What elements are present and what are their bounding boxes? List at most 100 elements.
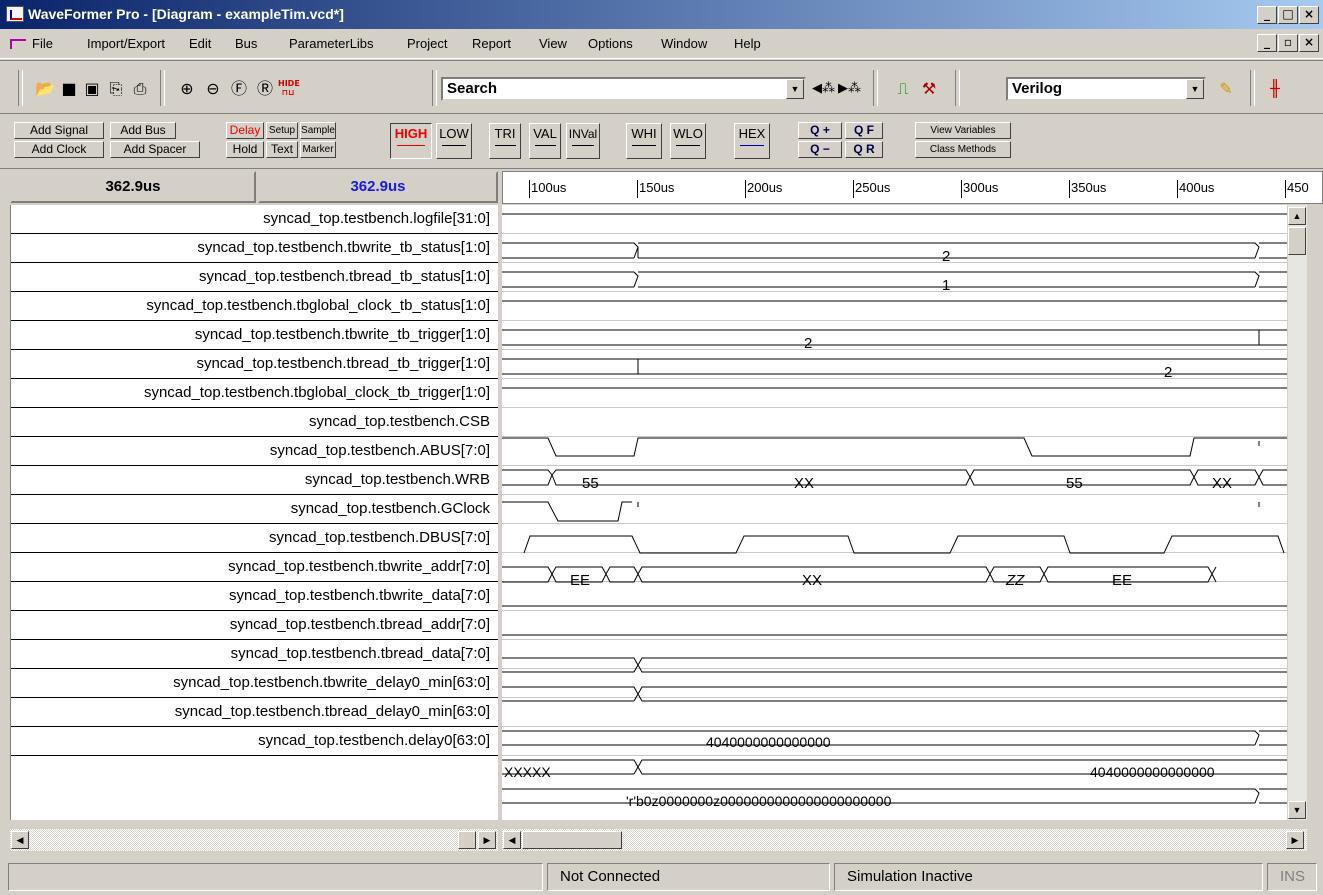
save-icon[interactable]: ■ (59, 79, 79, 99)
open-icon[interactable]: 📂 (35, 79, 55, 99)
sample-button[interactable]: Sample (300, 122, 336, 139)
vertical-scroll-thumb[interactable] (1288, 227, 1306, 255)
signal-label[interactable]: syncad_top.testbench.DBUS[7:0] (11, 524, 498, 553)
cursor-time-left[interactable]: 362.9us (10, 171, 256, 203)
search-back-icon[interactable]: ◀⁂ (812, 79, 835, 99)
language-dropdown-arrow[interactable]: ▼ (1186, 79, 1204, 99)
wave-horizontal-scrollbar[interactable]: ◀ ▶ (502, 829, 1307, 851)
wave-dbus (502, 566, 1217, 583)
menu-import-export[interactable]: Import/Export (87, 36, 165, 51)
val-button[interactable]: VAL (529, 123, 561, 159)
marker-button[interactable]: Marker (300, 141, 336, 158)
signal-label[interactable]: syncad_top.testbench.tbwrite_delay0_min[… (11, 669, 498, 698)
zoom-in-icon[interactable]: ⊕ (177, 79, 197, 99)
mdi-minimize-button[interactable]: _ (1257, 34, 1277, 52)
inval-button[interactable]: INVal (566, 123, 600, 159)
zoom-full-icon[interactable]: Ⓕ (229, 79, 249, 99)
add-signal-button[interactable]: Add Signal (14, 122, 104, 139)
document-icon[interactable] (10, 39, 26, 49)
signal-label[interactable]: syncad_top.testbench.WRB (11, 466, 498, 495)
hide-icon[interactable]: HIDE ⊓⊔ (278, 79, 300, 99)
hold-button[interactable]: Hold (226, 141, 264, 158)
signal-label[interactable]: syncad_top.testbench.logfile[31:0] (11, 205, 498, 234)
mdi-restore-button[interactable]: ▫ (1278, 34, 1298, 52)
add-clock-button[interactable]: Add Clock (14, 141, 104, 158)
app-icon[interactable] (6, 6, 24, 22)
maximize-button[interactable]: □ (1278, 6, 1298, 24)
high-button[interactable]: HIGH (390, 123, 432, 159)
signal-label[interactable]: syncad_top.testbench.tbwrite_addr[7:0] (11, 553, 498, 582)
signal-label[interactable]: syncad_top.testbench.tbwrite_tb_trigger[… (11, 321, 498, 350)
zoom-out-icon[interactable]: ⊖ (203, 79, 223, 99)
search-forward-icon[interactable]: ▶⁂ (838, 79, 861, 99)
signal-label[interactable]: syncad_top.testbench.tbread_addr[7:0] (11, 611, 498, 640)
zoom-range-icon[interactable]: Ⓡ (255, 79, 275, 99)
copy-ole-icon[interactable]: ⎘ (106, 79, 126, 99)
simulate-icon[interactable]: ⎍ (893, 79, 913, 99)
low-button[interactable]: LOW (436, 123, 472, 159)
setup-button[interactable]: Setup (266, 122, 298, 139)
signal-label[interactable]: syncad_top.testbench.tbglobal_clock_tb_t… (11, 379, 498, 408)
scroll-right-arrow[interactable]: ▶ (1286, 831, 1304, 849)
language-combo[interactable]: Verilog ▼ (1006, 77, 1206, 101)
label-scroll-thumb[interactable] (458, 831, 476, 849)
signal-label[interactable]: syncad_top.testbench.tbread_tb_trigger[1… (11, 350, 498, 379)
mdi-close-button[interactable]: × (1299, 34, 1319, 52)
signal-label[interactable]: syncad_top.testbench.CSB (11, 408, 498, 437)
signal-label[interactable]: syncad_top.testbench.tbwrite_data[7:0] (11, 582, 498, 611)
whi-button[interactable]: WHI (626, 123, 662, 159)
wave-csb (502, 437, 1287, 457)
menu-report[interactable]: Report (472, 36, 511, 51)
zoom-out-button[interactable]: Q − (798, 141, 842, 158)
add-spacer-button[interactable]: Add Spacer (110, 141, 200, 158)
search-combo[interactable]: Search ▼ (441, 77, 806, 101)
menu-project[interactable]: Project (407, 36, 447, 51)
signal-label[interactable]: syncad_top.testbench.tbwrite_tb_status[1… (11, 234, 498, 263)
time-ruler[interactable]: 100us 150us 200us 250us 300us 350us 400u… (502, 171, 1323, 204)
view-variables-button[interactable]: View Variables (915, 122, 1011, 139)
waveform-area[interactable]: 2 1 2 2 55 XX 55 XX EE XX ZZ EE 40400000… (502, 205, 1287, 820)
zoom-in-button[interactable]: Q + (798, 122, 842, 139)
hex-button[interactable]: HEX (734, 123, 770, 159)
signal-label[interactable]: syncad_top.testbench.tbread_delay0_min[6… (11, 698, 498, 727)
zoom-range-button[interactable]: Q R (845, 141, 883, 158)
signal-label[interactable]: syncad_top.testbench.tbglobal_clock_tb_s… (11, 292, 498, 321)
tri-button[interactable]: TRI (489, 123, 521, 159)
cursor-time-right[interactable]: 362.9us (258, 171, 498, 203)
text-button[interactable]: Text (266, 141, 298, 158)
minimize-button[interactable]: _ (1257, 6, 1277, 24)
menu-bus[interactable]: Bus (235, 36, 257, 51)
signal-label[interactable]: syncad_top.testbench.tbread_data[7:0] (11, 640, 498, 669)
vertical-scrollbar[interactable]: ▲ ▼ (1287, 205, 1307, 820)
save-all-icon[interactable]: ▣ (82, 79, 102, 99)
label-horizontal-scrollbar[interactable]: ◀ ▶ (10, 829, 498, 851)
menu-options[interactable]: Options (588, 36, 633, 51)
class-methods-button[interactable]: Class Methods (915, 141, 1011, 158)
zoom-full-button[interactable]: Q F (845, 122, 883, 139)
menu-file[interactable]: File (32, 36, 53, 51)
scroll-right-arrow[interactable]: ▶ (478, 831, 496, 849)
scroll-up-arrow[interactable]: ▲ (1288, 207, 1306, 225)
close-button[interactable]: × (1299, 6, 1319, 24)
add-bus-button[interactable]: Add Bus (110, 122, 176, 139)
menu-parameterlibs[interactable]: ParameterLibs (289, 36, 374, 51)
signal-label[interactable]: syncad_top.testbench.ABUS[7:0] (11, 437, 498, 466)
print-icon[interactable]: ⎙ (130, 79, 150, 99)
signal-label[interactable]: syncad_top.testbench.tbread_tb_status[1:… (11, 263, 498, 292)
menu-help[interactable]: Help (734, 36, 761, 51)
wave-scroll-thumb[interactable] (522, 831, 622, 849)
build-icon[interactable]: ⚒ (919, 79, 939, 99)
search-dropdown-arrow[interactable]: ▼ (786, 79, 804, 99)
delay-button[interactable]: Delay (226, 122, 264, 139)
wlo-button[interactable]: WLO (670, 123, 706, 159)
scroll-left-arrow[interactable]: ◀ (11, 831, 29, 849)
menu-edit[interactable]: Edit (189, 36, 211, 51)
timing-icon[interactable]: ╫ (1265, 79, 1285, 99)
scroll-left-arrow[interactable]: ◀ (503, 831, 521, 849)
menu-window[interactable]: Window (661, 36, 707, 51)
menu-view[interactable]: View (539, 36, 567, 51)
signal-label[interactable]: syncad_top.testbench.delay0[63:0] (11, 727, 498, 756)
signal-label[interactable]: syncad_top.testbench.GClock (11, 495, 498, 524)
scroll-down-arrow[interactable]: ▼ (1288, 801, 1306, 819)
export-icon[interactable]: ✎ (1216, 79, 1236, 99)
